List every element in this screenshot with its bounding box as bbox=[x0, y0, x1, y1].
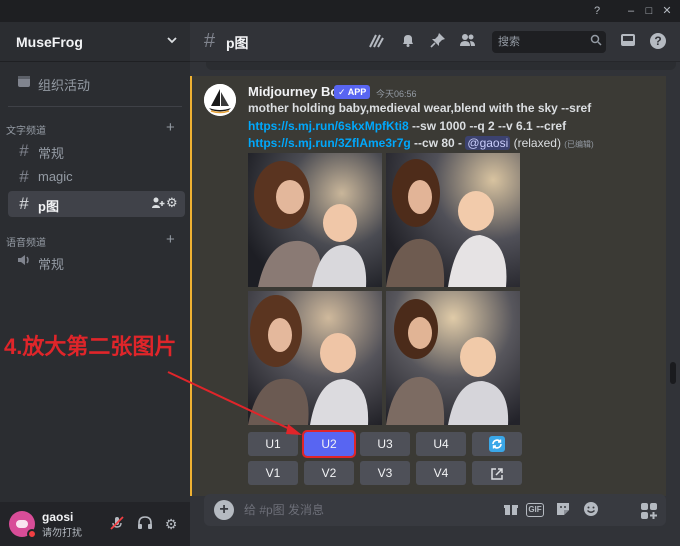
help-icon[interactable]: ? bbox=[648, 32, 668, 52]
upscale-u2-button[interactable]: U2 bbox=[302, 430, 356, 458]
sidebar-item-magic[interactable]: # magic bbox=[8, 164, 185, 190]
sidebar-item-label: p图 bbox=[38, 199, 59, 214]
image-grid[interactable] bbox=[248, 153, 522, 427]
grid-image-1[interactable] bbox=[248, 153, 382, 287]
sref-link[interactable]: https://s.mj.run/6skxMpfKti8 bbox=[248, 119, 409, 133]
hash-icon: # bbox=[19, 141, 29, 160]
upscale-u4-button[interactable]: U4 bbox=[416, 432, 466, 456]
channel-title: p图 bbox=[226, 35, 249, 51]
open-web-button[interactable] bbox=[472, 461, 522, 485]
sidebar-item-events[interactable]: 组织活动 bbox=[8, 70, 185, 96]
user-status: 请勿打扰 bbox=[42, 528, 82, 539]
cref-params: --cw 80 - bbox=[410, 136, 466, 150]
sticker-icon[interactable] bbox=[554, 501, 572, 519]
message-composer[interactable]: + GIF bbox=[204, 494, 666, 526]
user-panel: gaosi 请勿打扰 ⚙ bbox=[0, 502, 190, 546]
user-mention[interactable]: @gaosi bbox=[465, 136, 511, 150]
threads-icon[interactable] bbox=[366, 32, 386, 52]
gear-icon[interactable]: ⚙ bbox=[166, 195, 178, 211]
sref-line: https://s.mj.run/6skxMpfKti8 --sw 1000 -… bbox=[248, 119, 566, 133]
message-area: Midjourney Bot ✓ APP 今天06:56 mother hold… bbox=[190, 62, 680, 546]
grid-image-2[interactable] bbox=[386, 153, 520, 287]
members-icon[interactable] bbox=[458, 32, 478, 52]
sidebar-item-ptu[interactable]: # p图 ⚙ bbox=[8, 191, 185, 217]
cref-link[interactable]: https://s.mj.run/3ZflAme3r7g bbox=[248, 136, 411, 150]
hash-icon: # bbox=[19, 194, 29, 213]
gift-icon[interactable] bbox=[502, 501, 520, 519]
search-box[interactable] bbox=[492, 31, 606, 53]
headphones-icon[interactable] bbox=[136, 515, 154, 533]
calendar-icon bbox=[16, 74, 32, 92]
apps-icon[interactable] bbox=[640, 502, 658, 520]
sidebar-item-label: 常规 bbox=[38, 146, 65, 161]
svg-text:?: ? bbox=[654, 34, 661, 48]
chevron-down-icon[interactable] bbox=[166, 34, 178, 49]
bot-avatar[interactable] bbox=[204, 84, 236, 116]
mic-muted-icon[interactable] bbox=[108, 515, 126, 533]
variation-v1-button[interactable]: V1 bbox=[248, 461, 298, 485]
sref-params: --sw 1000 --q 2 --v 6.1 --cref bbox=[408, 119, 567, 133]
message-timestamp: 今天06:56 bbox=[376, 89, 417, 99]
bell-icon[interactable] bbox=[398, 32, 418, 52]
pin-icon[interactable] bbox=[428, 32, 448, 52]
variation-v2-button[interactable]: V2 bbox=[304, 461, 354, 485]
dnd-status-icon bbox=[27, 529, 37, 539]
search-input[interactable] bbox=[492, 31, 582, 53]
category-voice-channels[interactable]: 语音频道 + bbox=[6, 231, 175, 249]
channel-sidebar: MuseFrog 组织活动 文字频道 + # 常规 # magic # p图 ⚙… bbox=[0, 22, 190, 546]
emoji-icon[interactable] bbox=[582, 501, 600, 519]
sidebar-item-label: 组织活动 bbox=[38, 78, 91, 93]
search-icon bbox=[590, 34, 602, 49]
upscale-u3-button[interactable]: U3 bbox=[360, 432, 410, 456]
variation-v4-button[interactable]: V4 bbox=[416, 461, 466, 485]
gif-icon[interactable]: GIF bbox=[526, 503, 544, 517]
category-label: 语音频道 bbox=[6, 238, 46, 249]
close-icon[interactable]: ✕ bbox=[660, 4, 674, 18]
sidebar-item-voice-general[interactable]: 常规 bbox=[8, 249, 185, 275]
grid-image-4[interactable] bbox=[386, 291, 520, 425]
scrollbar-thumb[interactable] bbox=[670, 362, 676, 384]
server-name: MuseFrog bbox=[16, 34, 83, 50]
sidebar-item-general[interactable]: # 常规 bbox=[8, 138, 185, 164]
category-label: 文字频道 bbox=[6, 126, 46, 137]
upscale-u1-button[interactable]: U1 bbox=[248, 432, 298, 456]
edited-tag: (已编辑) bbox=[564, 140, 594, 149]
minimize-icon[interactable]: – bbox=[624, 4, 638, 18]
tutorial-annotation: 4.放大第二张图片 bbox=[4, 334, 177, 359]
speaker-icon bbox=[16, 253, 32, 271]
variation-v3-button[interactable]: V3 bbox=[360, 461, 410, 485]
grid-image-3[interactable] bbox=[248, 291, 382, 425]
message-author[interactable]: Midjourney Bot bbox=[248, 84, 343, 99]
mode-text: (relaxed) bbox=[510, 136, 565, 150]
cref-line: https://s.mj.run/3ZflAme3r7g --cw 80 - @… bbox=[248, 136, 594, 150]
sidebar-item-label: magic bbox=[38, 169, 73, 184]
maximize-icon[interactable]: □ bbox=[642, 4, 656, 18]
add-channel-icon[interactable]: + bbox=[166, 231, 175, 248]
hash-icon: # bbox=[19, 167, 29, 186]
mention-highlight-bar bbox=[190, 76, 192, 496]
add-attachment-icon[interactable]: + bbox=[214, 500, 234, 520]
category-text-channels[interactable]: 文字频道 + bbox=[6, 119, 175, 137]
refresh-icon bbox=[489, 436, 505, 460]
app-badge: ✓ APP bbox=[334, 85, 371, 99]
external-link-icon bbox=[490, 465, 504, 489]
divider bbox=[8, 106, 182, 107]
sidebar-item-label: 常规 bbox=[38, 257, 65, 272]
reroll-button[interactable] bbox=[472, 432, 522, 456]
help-window-icon[interactable]: ? bbox=[590, 4, 604, 18]
settings-gear-icon[interactable]: ⚙ bbox=[162, 515, 180, 533]
server-header[interactable]: MuseFrog bbox=[0, 22, 190, 62]
hash-icon: # bbox=[204, 30, 216, 52]
inbox-icon[interactable] bbox=[618, 32, 638, 52]
message-input[interactable] bbox=[244, 494, 494, 526]
prompt-line: mother holding baby,medieval wear,blend … bbox=[248, 101, 592, 115]
username: gaosi bbox=[42, 510, 74, 524]
window-titlebar: ? – □ ✕ bbox=[0, 0, 680, 22]
previous-message-edge bbox=[206, 62, 676, 70]
add-channel-icon[interactable]: + bbox=[166, 119, 175, 136]
channel-header: # p图 ? bbox=[190, 22, 680, 62]
invite-icon[interactable] bbox=[151, 196, 165, 213]
